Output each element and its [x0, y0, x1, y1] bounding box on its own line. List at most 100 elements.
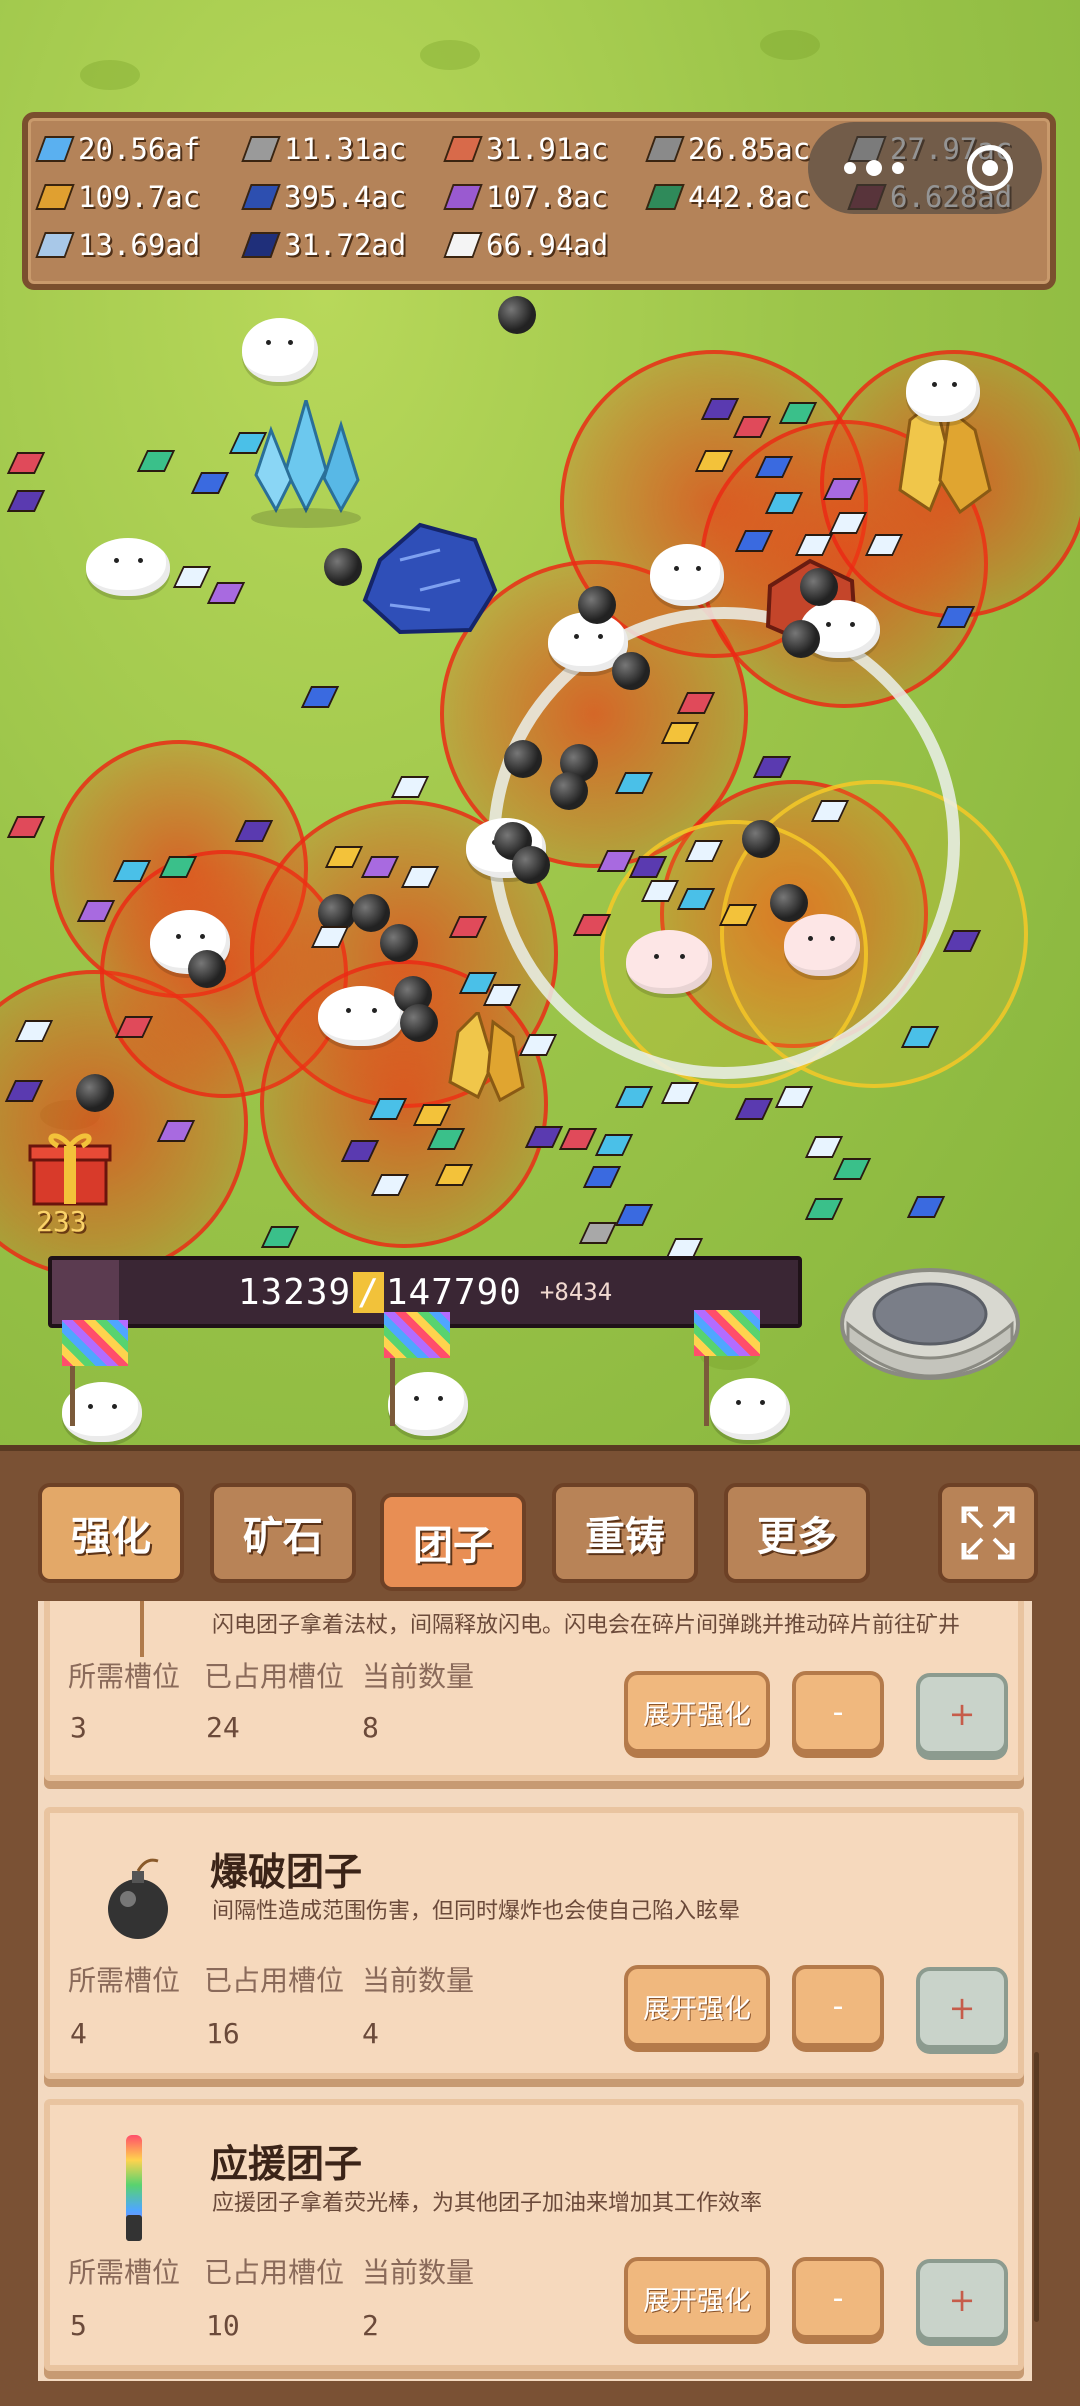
expand-strengthen-button[interactable]: 展开强化: [624, 2257, 770, 2339]
bomb: [770, 884, 808, 922]
occupied-slots-label: 已占用槽位: [204, 1964, 345, 1997]
bomb: [782, 620, 820, 658]
dango-list[interactable]: 闪电团子拿着法杖，间隔释放闪电。闪电会在碎片间弹跳并推动碎片前往矿井 所需槽位 …: [38, 1601, 1032, 2381]
progress-slash: /: [353, 1271, 384, 1313]
tab-dango[interactable]: 团子: [380, 1493, 526, 1591]
bomb: [400, 1004, 438, 1042]
dango-blob[interactable]: [86, 538, 170, 596]
grass-patch: [80, 60, 140, 90]
decrease-button[interactable]: -: [792, 1965, 884, 2047]
resource-value: 26.85ac: [688, 132, 811, 166]
ice-crystal[interactable]: [246, 400, 366, 530]
miniprogram-capsule: [808, 122, 1042, 214]
dango-blob[interactable]: [650, 544, 724, 606]
increase-button[interactable]: +: [916, 2259, 1008, 2341]
resource-item: 31.72ad: [241, 228, 407, 262]
card-description: 闪电团子拿着法杖，间隔释放闪电。闪电会在碎片间弹跳并推动碎片前往矿井: [212, 1613, 961, 1638]
list-scrollbar[interactable]: [1034, 2052, 1039, 2322]
resource-value: 31.72ad: [284, 228, 407, 262]
required-slots-value: 4: [70, 2017, 87, 2050]
dango-blob[interactable]: [906, 360, 980, 422]
gem-shard: [6, 816, 46, 838]
copper-ingot-icon: [443, 136, 483, 162]
current-count-label: 当前数量: [362, 2256, 475, 2289]
required-slots-label: 所需槽位: [68, 2256, 181, 2289]
decrease-button[interactable]: -: [792, 2257, 884, 2339]
required-slots-label: 所需槽位: [68, 1660, 181, 1693]
decrease-button[interactable]: -: [792, 1671, 884, 1753]
crystal-ingot-icon: [35, 232, 75, 258]
increase-button[interactable]: +: [916, 1967, 1008, 2049]
mine-progress-text: 13239/147790: [238, 1271, 522, 1313]
resource-item: 442.8ac: [645, 180, 811, 214]
close-miniprogram-button[interactable]: [966, 145, 1013, 191]
bomb: [742, 820, 780, 858]
dango-blob[interactable]: [388, 1372, 468, 1436]
dango-blob[interactable]: [242, 318, 318, 382]
staff-icon: [140, 1601, 144, 1657]
gem-shard: [190, 472, 230, 494]
gem-shard: [804, 1136, 844, 1158]
increase-button[interactable]: +: [916, 1673, 1008, 1755]
expand-strengthen-button[interactable]: 展开强化: [624, 1671, 770, 1753]
sapphire-ingot-icon: [241, 184, 281, 210]
lapis-ingot-icon: [241, 232, 281, 258]
gem-shard: [774, 1086, 814, 1108]
bomb: [550, 772, 588, 810]
fullscreen-button[interactable]: [938, 1483, 1038, 1583]
dango-blob[interactable]: [784, 914, 860, 976]
expand-strengthen-button[interactable]: 展开强化: [624, 1965, 770, 2047]
tab-recast[interactable]: 重铸: [552, 1483, 698, 1583]
bomb: [380, 924, 418, 962]
mine-well[interactable]: [838, 1232, 1022, 1382]
grass-patch: [760, 30, 820, 60]
dango-card-bomb: 爆破团子 间隔性造成范围伤害，但同时爆炸也会使自己陷入眩晕 所需槽位 已占用槽位…: [44, 1807, 1024, 2079]
progress-total: 147790: [385, 1271, 522, 1313]
bottom-panel: 强化 矿石 团子 重铸 更多 闪电团子拿着法杖，间隔释放闪电。闪电会在碎片间弹跳…: [0, 1445, 1080, 2406]
rainbow-flag: [694, 1310, 760, 1356]
resource-value: 31.91ac: [486, 132, 609, 166]
gem-shard: [660, 1082, 700, 1104]
tab-more[interactable]: 更多: [724, 1483, 870, 1583]
bomb: [498, 296, 536, 334]
dango-blob[interactable]: [626, 930, 712, 994]
resource-value: 11.31ac: [284, 132, 407, 166]
gem-shard: [6, 490, 46, 512]
resource-value: 13.69ad: [78, 228, 201, 262]
tab-strengthen[interactable]: 强化: [38, 1483, 184, 1583]
gem-shard: [832, 1158, 872, 1180]
resource-value: 20.56af: [78, 132, 201, 166]
iron-ingot-icon: [645, 136, 685, 162]
lapis-ore[interactable]: [360, 520, 500, 640]
resource-item: 107.8ac: [443, 180, 608, 214]
current-count-value: 2: [362, 2309, 379, 2342]
more-menu-button[interactable]: [838, 148, 908, 188]
gem-shard: [734, 1098, 774, 1120]
occupied-slots-value: 10: [206, 2309, 240, 2342]
gem-shard: [594, 1134, 634, 1156]
gold-crystal[interactable]: [438, 1012, 528, 1102]
tab-ore[interactable]: 矿石: [210, 1483, 356, 1583]
dango-card-lightning: 闪电团子拿着法杖，间隔释放闪电。闪电会在碎片间弹跳并推动碎片前往矿井 所需槽位 …: [44, 1601, 1024, 1781]
amethyst-ingot-icon: [443, 184, 483, 210]
rainbow-flag: [384, 1312, 450, 1358]
current-count-value: 8: [362, 1711, 379, 1744]
occupied-slots-label: 已占用槽位: [204, 2256, 345, 2289]
gem-shard: [614, 1086, 654, 1108]
resource-item: 26.85ac: [645, 132, 811, 166]
resource-item: 395.4ac: [241, 180, 406, 214]
resource-value: 442.8ac: [688, 180, 811, 214]
stone-ingot-icon: [241, 136, 281, 162]
card-title: 应援团子: [210, 2142, 363, 2186]
gift-box-icon[interactable]: [28, 1124, 112, 1208]
bomb: [512, 846, 550, 884]
gem-shard: [206, 582, 246, 604]
dango-blob[interactable]: [710, 1378, 790, 1440]
glowstick-handle: [126, 2215, 142, 2241]
mine-progress-fill: [52, 1260, 120, 1324]
dango-blob[interactable]: [318, 986, 404, 1046]
dango-card-cheer: 应援团子 应援团子拿着荧光棒，为其他团子加油来增加其工作效率 所需槽位 已占用槽…: [44, 2099, 1024, 2371]
gem-shard: [172, 566, 212, 588]
bomb: [76, 1074, 114, 1112]
progress-increment: +8434: [539, 1278, 613, 1306]
